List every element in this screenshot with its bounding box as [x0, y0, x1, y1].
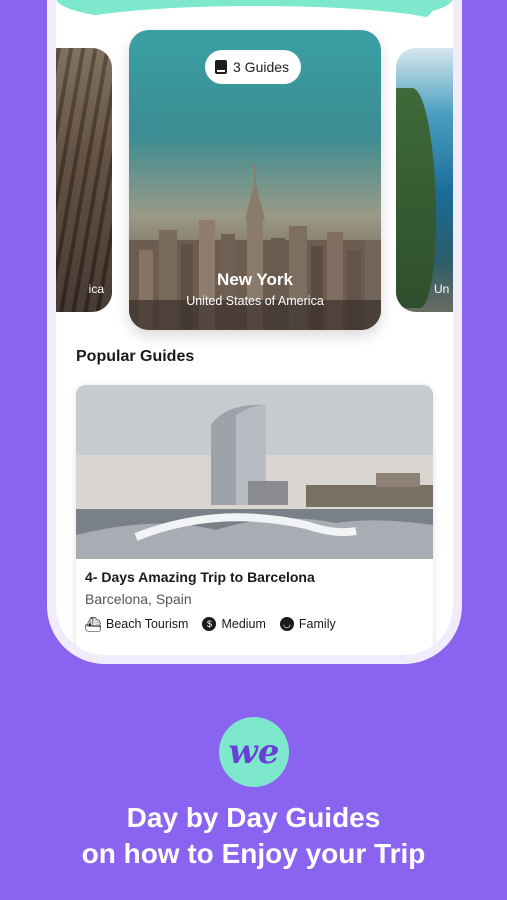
guide-location: Barcelona, Spain [85, 591, 192, 607]
destination-carousel[interactable]: ica 3 Guides New York United States of A… [56, 30, 453, 330]
destination-card-new-york[interactable]: 3 Guides New York United States of Ameri… [129, 30, 381, 330]
book-icon [215, 60, 227, 74]
promo-tagline: Day by Day Guides on how to Enjoy your T… [81, 802, 426, 869]
ship-icon: ⛴ [84, 615, 102, 632]
destination-card-left-label: ica [88, 282, 104, 296]
destination-card-right[interactable]: Un [396, 48, 453, 312]
guide-title: 4- Days Amazing Trip to Barcelona [85, 569, 315, 585]
tag-audience: ◡ Family [279, 617, 336, 631]
guide-card-barcelona[interactable]: 4- Days Amazing Trip to Barcelona Barcel… [76, 385, 433, 655]
destination-country: United States of America [186, 294, 324, 308]
destination-card-left[interactable]: ica [56, 48, 112, 312]
phone-frame: ica 3 Guides New York United States of A… [47, 0, 462, 664]
destination-card-right-label: Un [434, 282, 450, 296]
guide-tags: ⛴ Beach Tourism $ Medium ◡ Family [84, 615, 424, 632]
smile-icon: ◡ [279, 617, 294, 631]
section-title-popular-guides: Popular Guides [76, 348, 195, 365]
tag-budget: $ Medium [202, 617, 266, 631]
guide-photo [76, 385, 433, 559]
guides-count-badge: 3 Guides [205, 50, 302, 84]
app-logo: we [219, 717, 289, 787]
tag-beach-tourism: ⛴ Beach Tourism [84, 615, 189, 632]
destination-city: New York [217, 270, 293, 289]
guides-count-label: 3 Guides [233, 59, 290, 75]
coin-icon: $ [202, 617, 217, 631]
